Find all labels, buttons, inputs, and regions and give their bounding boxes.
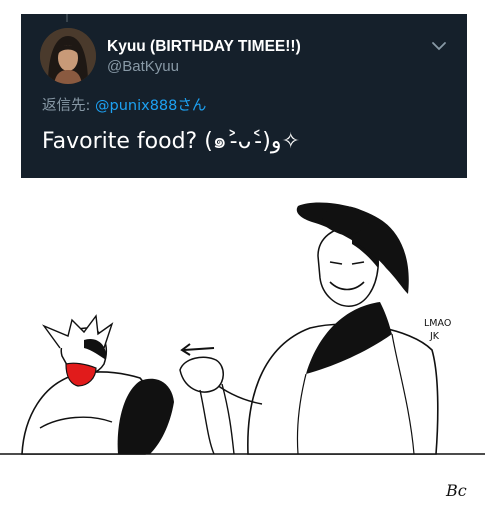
reply-prefix: 返信先: xyxy=(42,98,95,114)
reply-suffix: さん xyxy=(177,98,207,114)
reply-mention-link[interactable]: @punix888 xyxy=(95,98,177,114)
display-name[interactable]: Kyuu (BIRTHDAY TIMEE!!) xyxy=(107,38,301,56)
tweet-card[interactable]: Kyuu (BIRTHDAY TIMEE!!) @BatKyuu 返信先: @p… xyxy=(21,14,467,178)
chevron-down-icon[interactable] xyxy=(431,40,447,52)
speech-text-line2: JK xyxy=(429,331,440,342)
right-figure xyxy=(179,202,439,455)
tweet-text: Favorite food? (๑˃̵ᴗ˂̵)و✧ xyxy=(42,129,300,154)
avatar-image xyxy=(40,28,96,84)
motion-arrow xyxy=(180,343,215,356)
reply-context: 返信先: @punix888さん xyxy=(42,94,206,115)
speech-text-line1: LMAO xyxy=(424,318,451,329)
user-handle[interactable]: @BatKyuu xyxy=(107,58,179,75)
thread-line xyxy=(66,14,68,22)
avatar[interactable] xyxy=(40,28,96,84)
comic-artwork: LMAO JK Bc xyxy=(0,202,485,500)
artist-signature: Bc xyxy=(445,481,467,500)
left-figure xyxy=(21,314,174,455)
